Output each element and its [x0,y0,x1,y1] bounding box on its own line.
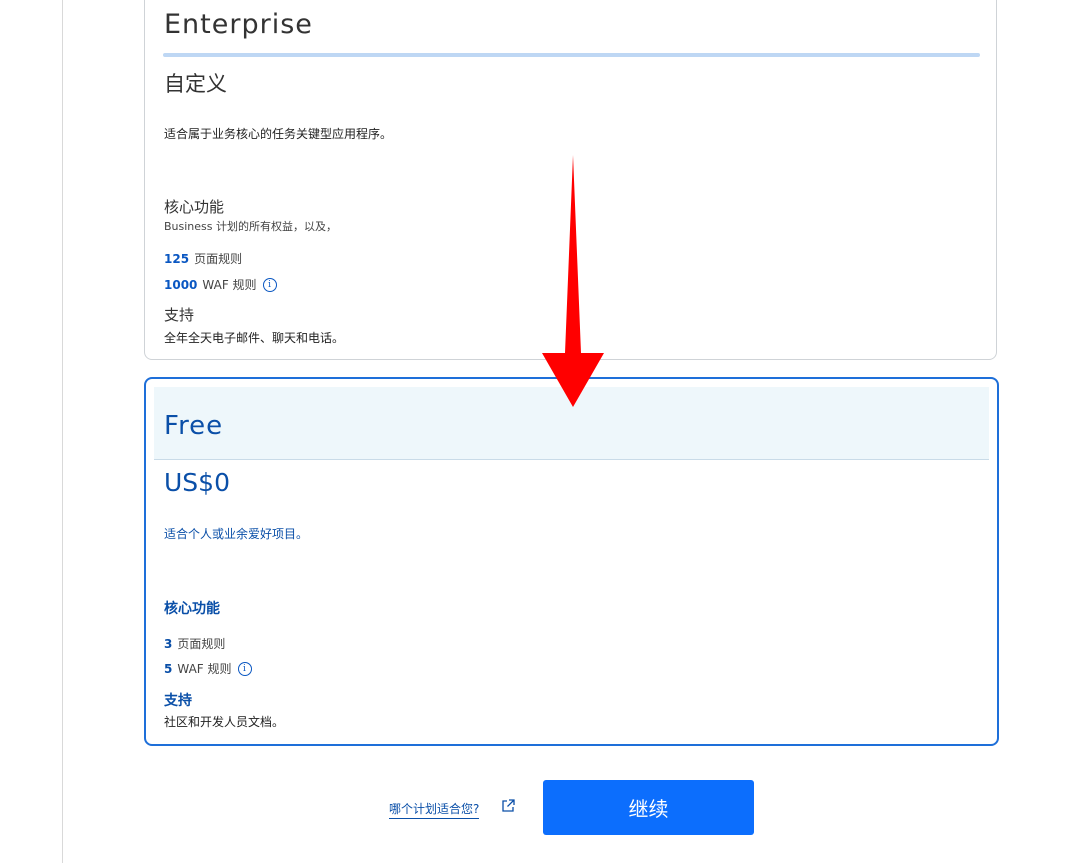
feature-label: 页面规则 [177,637,226,651]
feature-waf-rules: 1000 WAF 规则 i [164,276,277,293]
which-plan-link[interactable]: 哪个计划适合您? [389,800,480,819]
feature-count: 125 [164,251,190,266]
plan-title-underline [163,53,980,57]
feature-waf-rules: 5 WAF 规则 i [164,660,252,677]
feature-page-rules: 125 页面规则 [164,250,242,267]
feature-label: WAF 规则 [177,662,232,676]
feature-label: WAF 规则 [202,278,257,292]
left-divider [62,0,63,863]
feature-count: 5 [164,661,173,676]
plan-card-free[interactable]: Free US$0 适合个人或业余爱好项目。 核心功能 3 页面规则 5 WAF… [144,377,999,746]
info-icon[interactable]: i [237,661,252,676]
core-features-subtitle: Business 计划的所有权益，以及， [164,220,338,233]
plan-title: Free [164,411,224,441]
feature-count: 1000 [164,277,198,292]
continue-button[interactable]: 继续 [543,780,754,835]
support-description: 社区和开发人员文档。 [164,715,285,729]
plan-description: 适合个人或业余爱好项目。 [164,527,309,541]
support-description: 全年全天电子邮件、聊天和电话。 [164,331,345,345]
feature-count: 3 [164,636,173,651]
support-title: 支持 [164,306,195,324]
plan-description: 适合属于业务核心的任务关键型应用程序。 [164,127,393,141]
support-title: 支持 [164,693,192,709]
info-icon[interactable]: i [262,277,277,292]
plan-price: 自定义 [164,72,227,96]
feature-label: 页面规则 [194,252,243,266]
core-features-title: 核心功能 [164,601,220,617]
plan-price: US$0 [164,468,230,497]
core-features-title: 核心功能 [164,198,225,216]
external-link-icon[interactable] [501,799,515,813]
red-down-arrow-icon [542,155,604,407]
plan-title: Enterprise [164,9,313,40]
feature-page-rules: 3 页面规则 [164,635,225,652]
